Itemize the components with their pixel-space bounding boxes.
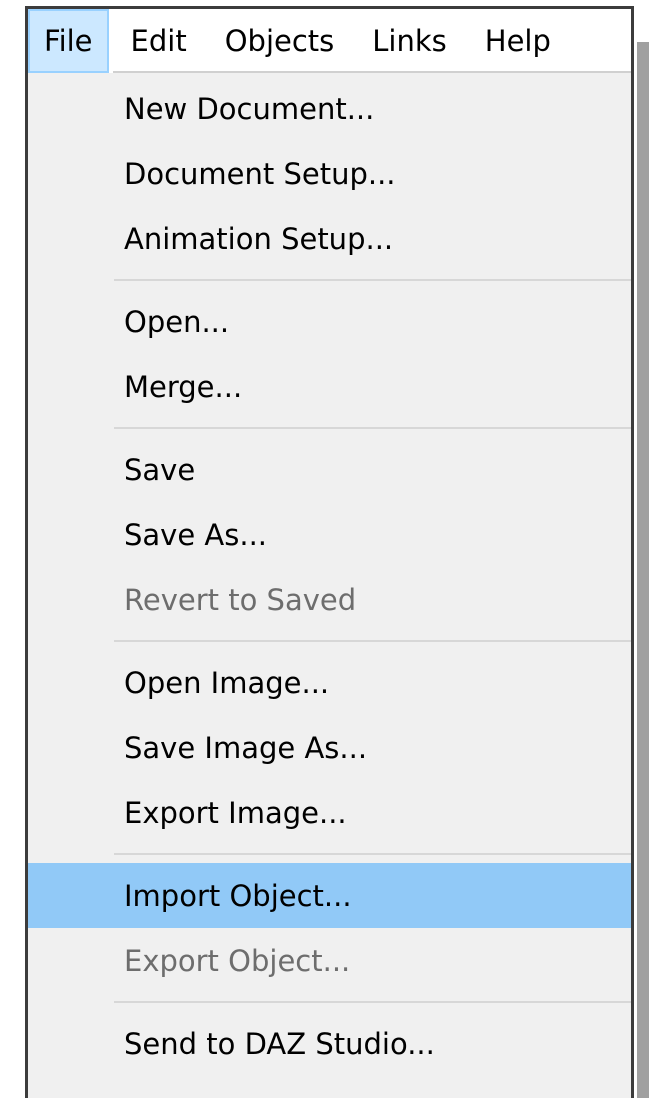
menu-separator [114,853,631,855]
menu-item-merge[interactable]: Merge... [28,354,631,419]
menu-item-save[interactable]: Save [28,437,631,502]
menu-item-document-setup[interactable]: Document Setup... [28,141,631,206]
menu-shadow [637,42,649,1098]
menu-separator [114,427,631,429]
menubar: File Edit Objects Links Help [28,9,631,73]
menu-item-import-object[interactable]: Import Object... [28,863,631,928]
menu-objects[interactable]: Objects [209,9,351,73]
file-menu-dropdown: New Document... Document Setup... Animat… [28,76,631,1076]
menu-item-revert-to-saved: Revert to Saved [124,582,357,617]
menu-item-save-as[interactable]: Save As... [28,502,631,567]
menu-separator [114,1001,631,1003]
menu-item-save-image-as[interactable]: Save Image As... [28,715,631,780]
menu-file[interactable]: File [28,9,109,73]
menu-item-export-image[interactable]: Export Image... [28,780,631,845]
menu-links[interactable]: Links [356,9,463,73]
menu-item-export-object: Export Object... [124,943,351,978]
menu-edit[interactable]: Edit [115,9,203,73]
app-window: File Edit Objects Links Help New Documen… [0,0,659,1098]
menu-help[interactable]: Help [469,9,567,73]
menu-separator [114,279,631,281]
menu-item-open-image[interactable]: Open Image... [28,650,631,715]
menu-separator [114,640,631,642]
menu-item-open[interactable]: Open... [28,289,631,354]
window-frame: File Edit Objects Links Help New Documen… [25,6,634,1098]
menubar-divider [113,71,631,73]
menu-item-animation-setup[interactable]: Animation Setup... [28,206,631,271]
menu-item-new-document[interactable]: New Document... [28,76,631,141]
menu-item-send-to-daz-studio[interactable]: Send to DAZ Studio... [28,1011,631,1076]
